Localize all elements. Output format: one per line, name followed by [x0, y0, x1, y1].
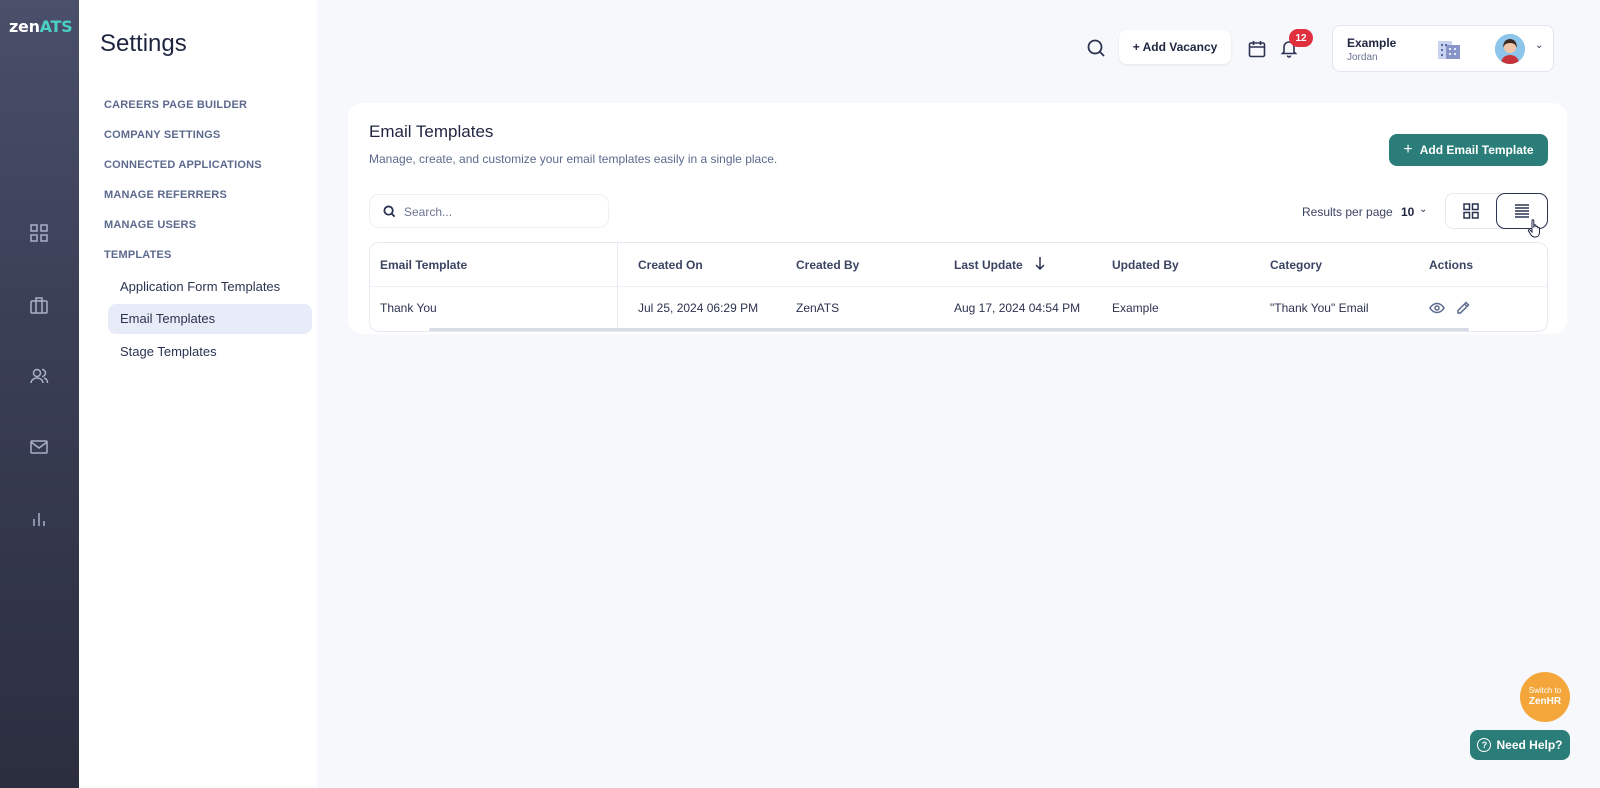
zenats-logo[interactable]: zenATS	[9, 17, 73, 36]
dashboard-icon[interactable]	[27, 221, 51, 245]
cell-created-on: Jul 25, 2024 06:29 PM	[638, 301, 759, 315]
header-category[interactable]: Category	[1270, 258, 1322, 272]
help-question-icon: ?	[1477, 738, 1492, 752]
nav-manage-referrers[interactable]: MANAGE REFERRERS	[104, 189, 227, 201]
email-templates-card: Email Templates Manage, create, and cust…	[348, 103, 1567, 334]
cell-last-update: Aug 17, 2024 04:54 PM	[954, 301, 1081, 315]
view-eye-icon[interactable]	[1429, 300, 1445, 316]
settings-sidebar: Settings CAREERS PAGE BUILDER COMPANY SE…	[79, 0, 317, 788]
cell-created-by: ZenATS	[796, 301, 840, 315]
account-name: Example	[1347, 36, 1397, 50]
header-updated-by[interactable]: Updated By	[1112, 258, 1179, 272]
header-actions: Actions	[1429, 258, 1474, 272]
results-per-page-label: Results per page	[1302, 205, 1393, 219]
card-subtitle: Manage, create, and customize your email…	[369, 152, 778, 166]
chevron-down-icon[interactable]: ⌄	[1535, 40, 1543, 51]
nav-company-settings[interactable]: COMPANY SETTINGS	[104, 129, 220, 141]
results-per-page-select[interactable]: 10	[1401, 205, 1414, 219]
company-building-icon	[1437, 38, 1461, 60]
horizontal-scrollbar[interactable]	[429, 328, 1469, 331]
cell-template-name[interactable]: Thank You	[380, 301, 437, 315]
avatar[interactable]	[1495, 34, 1525, 64]
mail-icon[interactable]	[27, 435, 51, 459]
switch-to-zenhr-button[interactable]: Switch to ZenHR	[1520, 672, 1570, 722]
nav-templates[interactable]: TEMPLATES	[104, 249, 172, 261]
add-vacancy-button[interactable]: + Add Vacancy	[1119, 30, 1231, 64]
notification-badge: 12	[1289, 29, 1313, 47]
header-email-template[interactable]: Email Template	[380, 258, 467, 272]
briefcase-icon[interactable]	[27, 293, 51, 317]
edit-pencil-icon[interactable]	[1455, 300, 1471, 316]
account-switcher[interactable]: Example Jordan ⌄	[1332, 25, 1554, 72]
global-search-icon[interactable]	[1086, 38, 1108, 60]
hand-cursor-icon	[1527, 218, 1543, 238]
header-created-on[interactable]: Created On	[638, 258, 703, 272]
search-field[interactable]	[369, 194, 609, 228]
column-divider	[617, 243, 618, 331]
nav-stage-templates[interactable]: Stage Templates	[108, 337, 312, 367]
users-icon[interactable]	[27, 364, 51, 388]
card-title: Email Templates	[369, 122, 494, 141]
app-rail: zenATS	[0, 0, 79, 788]
header-created-by[interactable]: Created By	[796, 258, 859, 272]
templates-table: Email Template Created On Created By Las…	[369, 242, 1548, 332]
cell-category: "Thank You" Email	[1270, 301, 1369, 315]
nav-application-form-templates[interactable]: Application Form Templates	[108, 272, 312, 302]
plus-icon: +	[1403, 141, 1413, 158]
nav-connected-applications[interactable]: CONNECTED APPLICATIONS	[104, 159, 262, 171]
nav-email-templates[interactable]: Email Templates	[108, 304, 312, 334]
account-user: Jordan	[1347, 52, 1378, 63]
nav-manage-users[interactable]: MANAGE USERS	[104, 219, 196, 231]
add-email-template-button[interactable]: + Add Email Template	[1389, 134, 1548, 166]
calendar-icon[interactable]	[1247, 39, 1267, 59]
need-help-button[interactable]: ? Need Help?	[1470, 730, 1570, 760]
page-title: Settings	[100, 30, 187, 57]
sort-desc-icon[interactable]	[1034, 256, 1046, 271]
chevron-down-icon[interactable]: ⌄	[1419, 204, 1427, 215]
header-last-update[interactable]: Last Update	[954, 258, 1023, 272]
search-input[interactable]	[404, 201, 594, 223]
reports-icon[interactable]	[27, 507, 51, 531]
grid-icon	[1463, 203, 1479, 219]
header-divider	[370, 286, 1547, 287]
search-icon	[383, 205, 396, 218]
grid-view-button[interactable]	[1446, 194, 1496, 228]
nav-careers-page-builder[interactable]: CAREERS PAGE BUILDER	[104, 99, 247, 111]
cell-updated-by: Example	[1112, 301, 1159, 315]
